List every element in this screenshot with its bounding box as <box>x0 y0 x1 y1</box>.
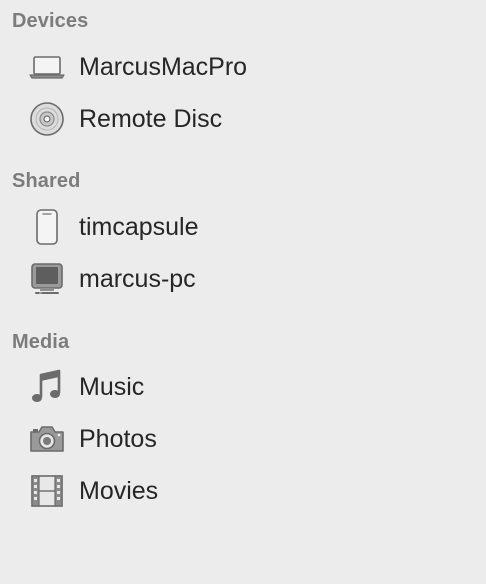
section-header-shared[interactable]: Shared <box>12 170 80 193</box>
sidebar-item-photos[interactable]: Photos <box>0 413 486 465</box>
music-note-icon <box>27 367 67 407</box>
sidebar-item-label: Music <box>79 372 145 401</box>
camera-icon <box>27 419 67 459</box>
sidebar-item-marcus-pc[interactable]: marcus-pc <box>0 253 486 305</box>
sidebar-item-label: MarcusMacPro <box>79 52 248 81</box>
sidebar-item-label: Photos <box>79 424 157 453</box>
sidebar-item-label: timcapsule <box>79 212 199 241</box>
sidebar-item-music[interactable]: Music <box>0 361 486 413</box>
pc-monitor-icon <box>27 259 67 299</box>
laptop-icon <box>27 47 67 87</box>
sidebar-item-label: Movies <box>79 476 159 505</box>
sidebar-item-label: Remote Disc <box>79 104 223 133</box>
sidebar-item-remote-disc[interactable]: Remote Disc <box>0 93 486 145</box>
sidebar-item-movies[interactable]: Movies <box>0 465 486 517</box>
sidebar-item-label: marcus-pc <box>79 264 196 293</box>
film-icon <box>27 471 67 511</box>
section-header-devices[interactable]: Devices <box>12 10 88 33</box>
finder-sidebar: Devices MarcusMacPro Remote Disc Shared <box>0 0 486 584</box>
time-capsule-icon <box>27 207 67 247</box>
sidebar-item-timcapsule[interactable]: timcapsule <box>0 201 486 253</box>
section-header-media[interactable]: Media <box>12 331 69 354</box>
sidebar-item-marcusmacpro[interactable]: MarcusMacPro <box>0 41 486 93</box>
disc-icon <box>27 99 67 139</box>
